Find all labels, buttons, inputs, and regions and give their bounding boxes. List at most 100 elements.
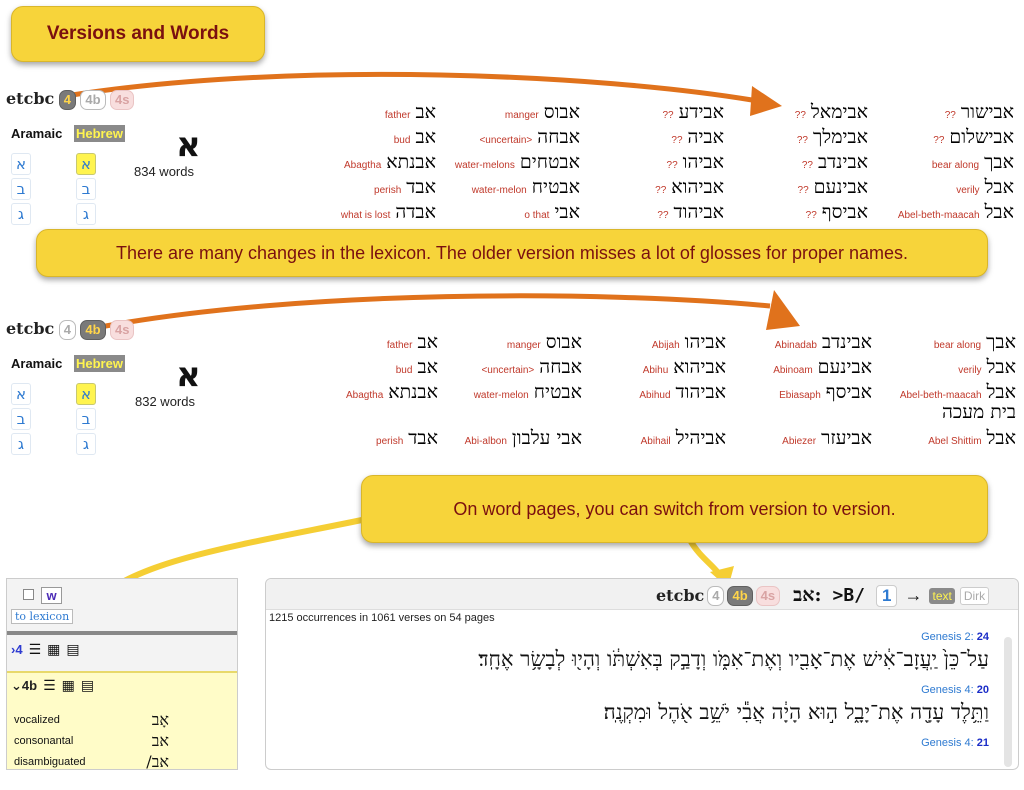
next-arrow-icon[interactable]: → (904, 585, 922, 606)
version-4-button[interactable]: 4 (707, 585, 725, 606)
hebrew-letter-bet[interactable]: ב (76, 178, 96, 200)
verse-number: 21 (976, 737, 989, 749)
scrollbar[interactable] (1004, 637, 1012, 767)
select-checkbox[interactable] (23, 589, 34, 600)
to-lexicon-link[interactable]: to lexicon (11, 609, 74, 624)
lexicon-entry[interactable]: Abihu אביהוא (591, 356, 726, 380)
hebrew-letter-gimel[interactable]: ג (76, 203, 96, 225)
aramaic-letter-gimel[interactable]: ג (11, 433, 31, 455)
list-icon[interactable]: ☰ (29, 641, 42, 658)
lexicon-entry[interactable]: o that אבי (440, 201, 580, 225)
lexicon-entry[interactable]: Abagtha אבנתא (306, 151, 436, 175)
verse-block: Genesis 2: 24 עַל־כֵּן֙ יַֽעֲזָב־אִ֔ישׁ א… (266, 631, 1001, 684)
lexicon-entry[interactable]: manger אבוס (442, 331, 582, 355)
version-4s-button[interactable]: 4s (755, 585, 781, 606)
lexicon-entry[interactable]: perish אבד (306, 176, 436, 200)
w-button[interactable]: w (41, 587, 62, 604)
lexicon-entry[interactable]: ?? אבימלך (728, 126, 868, 150)
entry-lexeme: אבוס (543, 101, 580, 123)
list-icon[interactable]: ☰ (43, 677, 56, 694)
lexicon-entry[interactable]: Abiezer אביעזר (732, 427, 872, 451)
lexicon-entry[interactable]: ?? אביהוד (589, 201, 724, 225)
tab-hebrew[interactable]: Hebrew (74, 355, 125, 372)
lexicon-entry[interactable]: ?? אבישלום (869, 126, 1014, 150)
lexicon-entry[interactable]: father אב (306, 101, 436, 125)
entry-lexeme: אבד (406, 176, 436, 198)
lexicon-entry[interactable]: ?? אבידע (589, 101, 724, 125)
lexicon-entry[interactable]: ?? אביהוא (589, 176, 724, 200)
version-4b-row[interactable]: ⌄4b ☰ ▦ ▤ (11, 677, 94, 694)
lexicon-entry[interactable]: Abi-albon אבי עלבון (442, 427, 582, 451)
aramaic-letter-alef[interactable]: א (11, 153, 31, 175)
lexicon-entry[interactable]: Abinoam אבינעם (732, 356, 872, 380)
lexicon-entry[interactable]: ?? אביסף (728, 201, 868, 225)
lexicon-entry[interactable]: water-melon אבטיח (440, 176, 580, 200)
lexicon-entry[interactable]: bear along אבך (869, 151, 1014, 175)
lexicon-entry[interactable]: verily אבל (871, 356, 1016, 380)
lexicon-entry[interactable]: ?? אבימאל (728, 101, 868, 125)
tab-aramaic[interactable]: Aramaic (9, 355, 64, 372)
version-4s-button[interactable]: 4s (110, 320, 135, 340)
lexicon-entry[interactable]: Ebiasaph אביסף (732, 381, 872, 405)
lexicon-entry[interactable]: bud אב (306, 126, 436, 150)
aramaic-letter-alef[interactable]: א (11, 383, 31, 405)
verse-reference[interactable]: Genesis 4: 20 (266, 684, 1001, 700)
table-icon[interactable]: ▦ (47, 641, 60, 658)
lexicon-entry[interactable]: bud אב (308, 356, 438, 380)
hebrew-letter-bet[interactable]: ב (76, 408, 96, 430)
version-4-button[interactable]: 4 (58, 90, 76, 110)
version-4-row[interactable]: ›4 ☰ ▦ ▤ (11, 641, 80, 658)
lexicon-entry[interactable]: Abel Shittim אבל (871, 427, 1016, 451)
page-number[interactable]: 1 (876, 584, 898, 607)
lexicon-entry[interactable]: ?? אבינדב (728, 151, 868, 175)
property-label: disambiguated (14, 755, 86, 768)
lexicon-entry[interactable]: Abinadab אבינדב (732, 331, 872, 355)
version-4b-button[interactable]: 4b (727, 585, 753, 606)
verse-reference[interactable]: Genesis 2: 24 (266, 631, 1001, 647)
word-count: 834 words (134, 164, 194, 179)
text-button[interactable]: text (929, 587, 955, 604)
tab-aramaic[interactable]: Aramaic (9, 125, 64, 142)
aramaic-letter-bet[interactable]: ב (11, 178, 31, 200)
verse-reference[interactable]: Genesis 4: 21 (266, 737, 1001, 753)
document-icon[interactable]: ▤ (81, 677, 94, 694)
entry-lexeme: אבישלום (949, 126, 1014, 148)
lexicon-entry[interactable]: ?? אביה (589, 126, 724, 150)
user-button[interactable]: Dirk (959, 586, 990, 605)
entry-lexeme: אביהו (684, 331, 726, 353)
entry-gloss: Abinoam (773, 365, 813, 376)
lexicon-entry[interactable]: Abihud אביהוד (591, 381, 726, 405)
version-4b-button[interactable]: 4b (80, 320, 106, 340)
lexicon-entry[interactable]: Abel-beth-maacah אבל (869, 201, 1014, 225)
lexicon-entry[interactable]: manger אבוס (440, 101, 580, 125)
lexicon-entry[interactable]: Abagtha אבנתא (308, 381, 438, 405)
aramaic-letter-gimel[interactable]: ג (11, 203, 31, 225)
lexicon-entry[interactable]: <uncertain> אבחה (440, 126, 580, 150)
version-4s-button[interactable]: 4s (110, 90, 135, 110)
note-2-text: On word pages, you can switch from versi… (453, 498, 896, 519)
entry-lexeme: אבד (408, 427, 438, 449)
lexicon-entry[interactable]: <uncertain> אבחה (442, 356, 582, 380)
document-icon[interactable]: ▤ (66, 641, 79, 658)
lexicon-entry[interactable]: ?? אביהו (589, 151, 724, 175)
aramaic-letter-bet[interactable]: ב (11, 408, 31, 430)
lexicon-entry[interactable]: בית מעכה (871, 401, 1016, 425)
lexicon-entry[interactable]: verily אבל (869, 176, 1014, 200)
version-4-button[interactable]: 4 (58, 320, 76, 340)
lexicon-entry[interactable]: water-melon אבטיח (442, 381, 582, 405)
lexicon-entry[interactable]: ?? אבינעם (728, 176, 868, 200)
hebrew-letter-alef[interactable]: א (76, 153, 96, 175)
table-icon[interactable]: ▦ (62, 677, 75, 694)
lexicon-entry[interactable]: what is lost אבדה (306, 201, 436, 225)
lexicon-entry[interactable]: bear along אבך (871, 331, 1016, 355)
version-4b-button[interactable]: 4b (80, 90, 106, 110)
hebrew-letter-gimel[interactable]: ג (76, 433, 96, 455)
lexicon-entry[interactable]: father אב (308, 331, 438, 355)
lexicon-entry[interactable]: perish אבד (308, 427, 438, 451)
lexicon-entry[interactable]: water-melons אבטחים (440, 151, 580, 175)
lexicon-entry[interactable]: Abihail אביהיל (591, 427, 726, 451)
lexicon-entry[interactable]: ?? אבישור (869, 101, 1014, 125)
hebrew-letter-alef[interactable]: א (76, 383, 96, 405)
lexicon-entry[interactable]: Abijah אביהו (591, 331, 726, 355)
tab-hebrew[interactable]: Hebrew (74, 125, 125, 142)
